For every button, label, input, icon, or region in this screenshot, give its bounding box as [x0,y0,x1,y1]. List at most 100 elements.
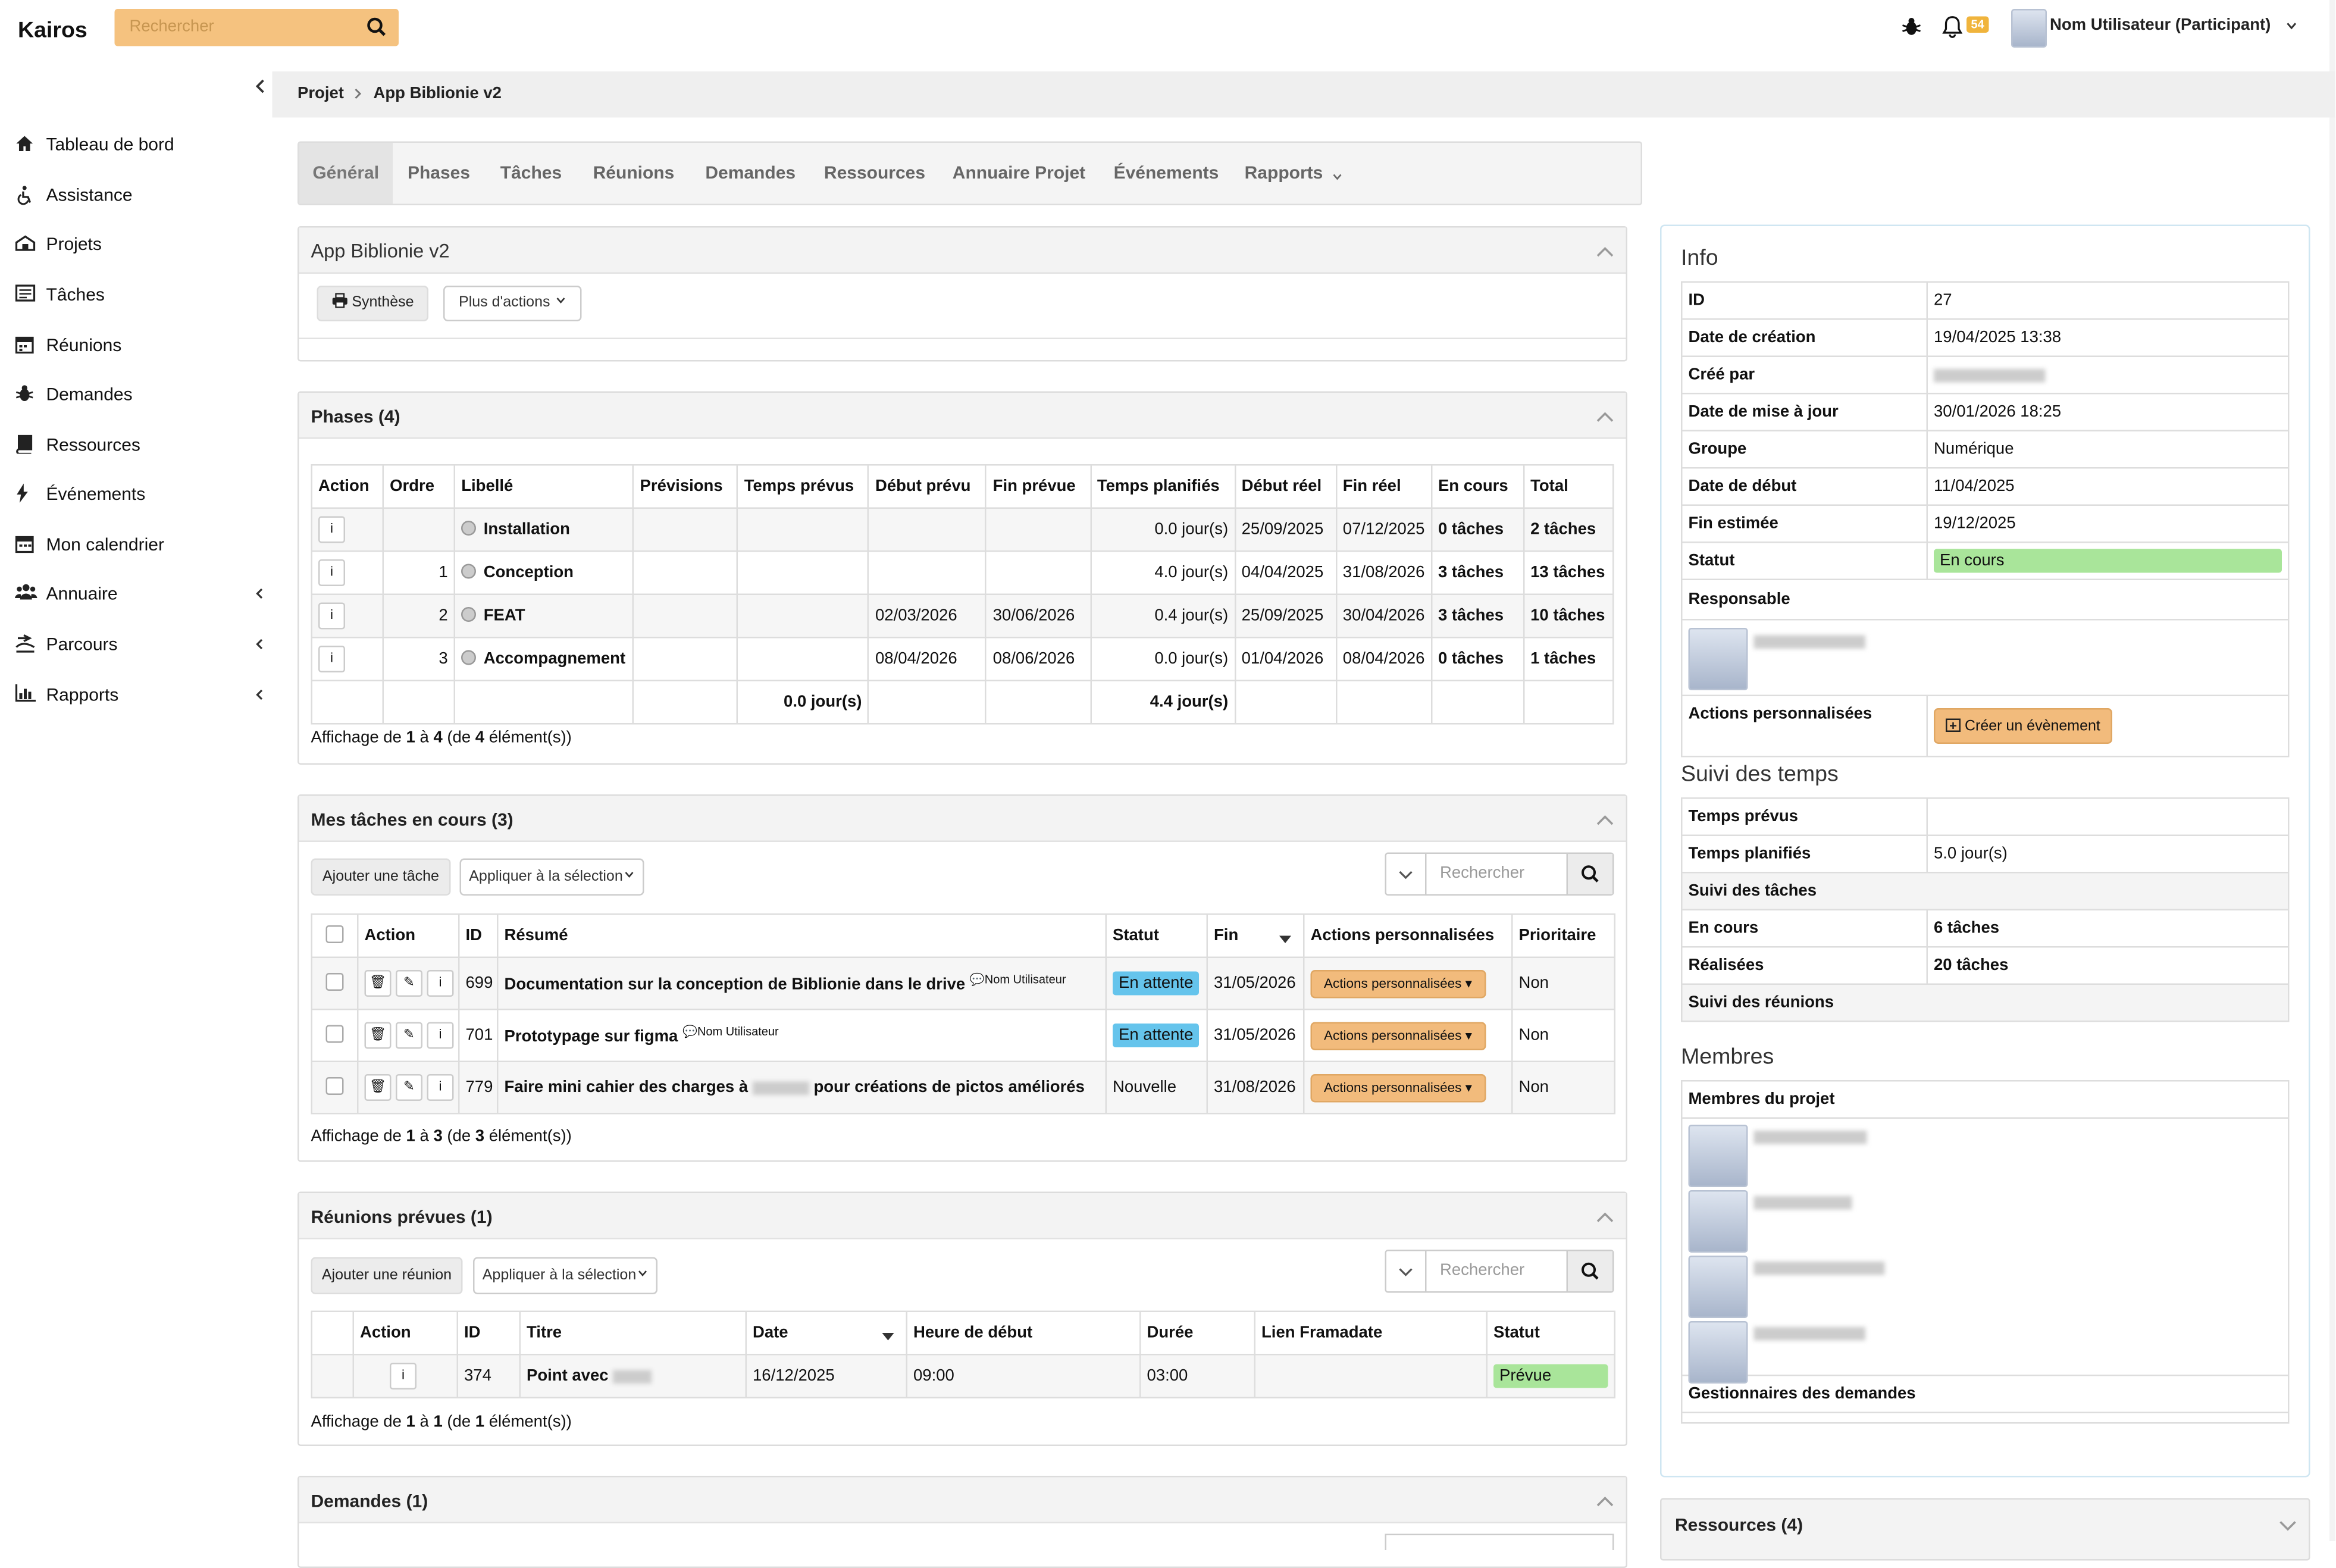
tab-phases[interactable]: Phases [397,143,481,204]
member-avatar[interactable] [1688,1125,1748,1187]
meetings-search-box[interactable]: Rechercher [1385,1250,1614,1293]
info-icon[interactable]: i [390,1363,417,1389]
cell-in-progress: 0 tâches [1430,507,1525,552]
chevron-up-icon[interactable] [1596,809,1614,830]
info-row: Réalisées 20 tâches [1681,946,2290,985]
sort-desc-icon [1279,931,1291,949]
redacted-name [1753,1196,1852,1210]
tab-project-directory[interactable]: Annuaire Projet [945,143,1094,204]
info-icon[interactable]: i [427,1074,454,1101]
search-icon[interactable] [1566,1251,1612,1291]
cell-duration: 03:00 [1139,1354,1255,1398]
info-icon[interactable]: i [427,1022,454,1049]
info-icon[interactable]: i [318,516,345,543]
page-scrollbar[interactable] [2329,0,2335,1541]
info-icon[interactable]: i [427,970,454,997]
phase-name-link[interactable]: Conception [484,564,574,582]
add-task-button[interactable]: Ajouter une tâche [311,858,451,896]
member-avatar[interactable] [1688,1256,1748,1318]
notification-badge: 54 [1967,16,1989,33]
trash-icon[interactable]: 🗑 [364,970,392,997]
comment-author: 💬Nom Utilisateur [969,973,1066,987]
search-filter-dropdown[interactable] [1386,1251,1427,1291]
table-row: i Installation 0.0 jour(s) 25/09/2025 07… [311,507,1614,552]
notification-bell-icon[interactable] [1942,15,1964,43]
column-header: Lien Framadate [1254,1310,1488,1356]
apply-selection-dropdown[interactable]: Appliquer à la sélection [459,858,644,896]
cell-total: 13 tâches [1523,550,1614,595]
custom-actions-dropdown[interactable]: Actions personnalisées ▾ [1310,1073,1486,1102]
task-summary-link[interactable]: Faire mini cahier des charges à pour cré… [497,1060,1107,1115]
sidebar: Tableau de bord Assistance Projets Tâche… [0,0,273,1541]
task-summary-link[interactable]: Prototypage sur figma [505,1028,678,1046]
cell-framadate-link[interactable] [1254,1354,1488,1398]
column-header-sortable[interactable]: Fin [1206,913,1305,958]
add-meeting-button[interactable]: Ajouter une réunion [311,1257,463,1294]
column-header-sortable[interactable]: Date [745,1310,907,1356]
select-all-checkbox[interactable] [325,924,344,943]
chevron-up-icon[interactable] [1596,241,1614,262]
trash-icon[interactable]: 🗑 [364,1074,392,1101]
user-avatar [2011,9,2047,48]
comment-author: 💬Nom Utilisateur [682,1025,779,1039]
row-checkbox[interactable] [325,1024,344,1043]
responsible-avatar[interactable] [1688,628,1748,690]
member-avatar[interactable] [1688,1321,1748,1384]
tasks-search-box[interactable]: Rechercher [1385,852,1614,896]
phase-name-link[interactable]: FEAT [484,607,525,625]
chevron-up-icon[interactable] [1596,1207,1614,1228]
tab-requests[interactable]: Demandes [695,143,807,204]
create-event-button[interactable]: Créer un évènement [1934,708,2112,744]
search-icon[interactable] [366,17,387,42]
edit-icon[interactable]: ✎ [396,1074,422,1101]
tasks-search-input[interactable]: Rechercher [1440,865,1524,882]
tab-meetings[interactable]: Réunions [585,143,683,204]
meetings-search-input[interactable]: Rechercher [1440,1262,1524,1279]
phase-name-link[interactable]: Installation [484,521,570,539]
search-icon[interactable] [1566,854,1612,894]
apply-selection-dropdown[interactable]: Appliquer à la sélection [473,1257,657,1294]
tab-reports[interactable]: Rapports [1239,143,1329,204]
cell-actual-end: 31/08/2026 [1335,550,1432,595]
chevron-up-icon[interactable] [1596,1491,1614,1511]
tab-resources[interactable]: Ressources [817,143,933,204]
cell-order: 3 [382,637,456,681]
info-icon[interactable]: i [318,559,345,586]
custom-actions-dropdown[interactable]: Actions personnalisées ▾ [1310,1021,1486,1050]
task-summary-link[interactable]: Documentation sur la conception de Bibli… [505,976,966,994]
info-row: Suivi des réunions [1681,983,2290,1022]
search-filter-dropdown[interactable] [1386,854,1427,894]
chevron-down-icon[interactable] [1332,167,1344,187]
trash-icon[interactable]: 🗑 [364,1022,392,1049]
cell-actual-end: 30/04/2026 [1335,593,1432,639]
edit-icon[interactable]: ✎ [396,1022,422,1049]
requests-search-box[interactable] [1385,1533,1614,1550]
synthesis-button[interactable]: Synthèse [317,286,428,321]
chevron-up-icon[interactable] [1596,406,1614,427]
custom-actions-dropdown[interactable]: Actions personnalisées ▾ [1310,969,1486,998]
tab-events[interactable]: Événements [1106,143,1228,204]
row-checkbox[interactable] [325,972,344,990]
chevron-down-icon[interactable] [2279,1516,2297,1537]
breadcrumb-root[interactable]: Projet [298,85,344,103]
meeting-title-link[interactable]: Point avec [519,1354,747,1398]
column-header: Résumé [497,913,1107,958]
info-icon[interactable]: i [318,602,345,630]
phase-name-link[interactable]: Accompagnement [484,650,625,668]
bug-report-icon[interactable] [1901,17,1922,42]
member-avatar[interactable] [1688,1190,1748,1253]
cell-in-progress: 0 tâches [1430,637,1525,681]
more-actions-dropdown[interactable]: Plus d'actions [443,286,582,321]
cell-planned-time [737,593,869,639]
meetings-table: Action ID Titre Date Heure de début Duré… [311,1310,1615,1398]
row-checkbox[interactable] [325,1076,344,1094]
info-row: Date de création 19/04/2025 13:38 [1681,318,2290,357]
meetings-pagination-info: Affichage de 1 à 1 (de 1 élément(s)) [311,1413,572,1431]
edit-icon[interactable]: ✎ [396,970,422,997]
column-header: Statut [1105,913,1208,958]
info-icon[interactable]: i [318,646,345,672]
tab-general[interactable]: Général [299,143,393,204]
tab-tasks[interactable]: Tâches [490,143,573,204]
column-header: Début prévu [868,464,987,509]
redacted-text [752,1081,809,1094]
